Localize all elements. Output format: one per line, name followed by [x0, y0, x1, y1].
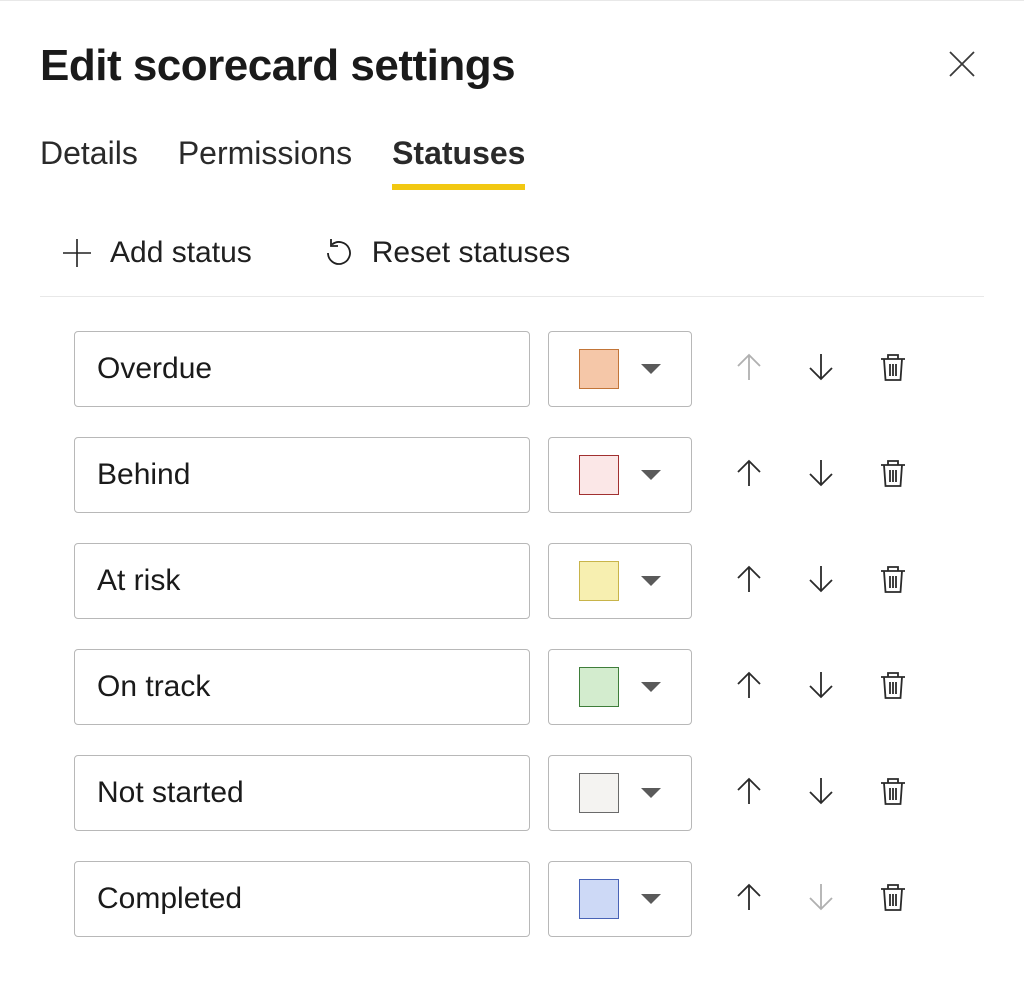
chevron-down-icon	[641, 470, 661, 480]
arrow-up-icon	[732, 774, 766, 808]
trash-icon	[876, 880, 910, 914]
status-row	[74, 331, 974, 407]
arrow-down-icon	[804, 562, 838, 596]
trash-icon	[876, 668, 910, 702]
tab-permissions[interactable]: Permissions	[178, 135, 352, 190]
color-swatch	[579, 455, 619, 495]
status-name-input[interactable]	[74, 755, 530, 831]
row-actions	[732, 562, 910, 601]
trash-icon	[876, 774, 910, 808]
move-down-button	[804, 880, 838, 919]
arrow-down-icon	[804, 774, 838, 808]
close-icon	[946, 48, 978, 80]
status-row	[74, 649, 974, 725]
tab-details[interactable]: Details	[40, 135, 138, 190]
arrow-down-icon	[804, 350, 838, 384]
arrow-up-icon	[732, 668, 766, 702]
status-row	[74, 437, 974, 513]
color-swatch	[579, 773, 619, 813]
color-swatch	[579, 349, 619, 389]
arrow-up-icon	[732, 456, 766, 490]
reset-icon	[322, 236, 356, 270]
arrow-down-icon	[804, 668, 838, 702]
chevron-down-icon	[641, 894, 661, 904]
color-swatch	[579, 561, 619, 601]
color-picker[interactable]	[548, 543, 692, 619]
color-swatch	[579, 879, 619, 919]
move-down-button[interactable]	[804, 456, 838, 495]
status-row	[74, 755, 974, 831]
close-button[interactable]	[940, 42, 984, 91]
delete-button[interactable]	[876, 668, 910, 707]
delete-button[interactable]	[876, 350, 910, 389]
move-down-button[interactable]	[804, 350, 838, 389]
chevron-down-icon	[641, 364, 661, 374]
status-name-input[interactable]	[74, 437, 530, 513]
status-list	[40, 331, 984, 937]
color-picker[interactable]	[548, 861, 692, 937]
row-actions	[732, 668, 910, 707]
move-up-button	[732, 350, 766, 389]
color-swatch	[579, 667, 619, 707]
row-actions	[732, 774, 910, 813]
chevron-down-icon	[641, 682, 661, 692]
status-name-input[interactable]	[74, 861, 530, 937]
status-name-input[interactable]	[74, 331, 530, 407]
status-row	[74, 861, 974, 937]
reset-statuses-label: Reset statuses	[372, 236, 570, 270]
row-actions	[732, 350, 910, 389]
arrow-up-icon	[732, 350, 766, 384]
move-up-button[interactable]	[732, 880, 766, 919]
move-up-button[interactable]	[732, 562, 766, 601]
plus-icon	[60, 236, 94, 270]
toolbar: Add status Reset statuses	[40, 236, 984, 297]
color-picker[interactable]	[548, 649, 692, 725]
move-down-button[interactable]	[804, 562, 838, 601]
arrow-down-icon	[804, 456, 838, 490]
row-actions	[732, 880, 910, 919]
move-up-button[interactable]	[732, 774, 766, 813]
tab-statuses[interactable]: Statuses	[392, 135, 525, 190]
color-picker[interactable]	[548, 437, 692, 513]
trash-icon	[876, 350, 910, 384]
move-up-button[interactable]	[732, 668, 766, 707]
arrow-up-icon	[732, 880, 766, 914]
add-status-button[interactable]: Add status	[60, 236, 252, 270]
chevron-down-icon	[641, 788, 661, 798]
trash-icon	[876, 562, 910, 596]
arrow-down-icon	[804, 880, 838, 914]
delete-button[interactable]	[876, 774, 910, 813]
page-title: Edit scorecard settings	[40, 41, 515, 91]
reset-statuses-button[interactable]: Reset statuses	[322, 236, 570, 270]
move-up-button[interactable]	[732, 456, 766, 495]
color-picker[interactable]	[548, 755, 692, 831]
settings-panel: Edit scorecard settings Details Permissi…	[0, 0, 1024, 937]
row-actions	[732, 456, 910, 495]
delete-button[interactable]	[876, 562, 910, 601]
status-name-input[interactable]	[74, 649, 530, 725]
color-picker[interactable]	[548, 331, 692, 407]
trash-icon	[876, 456, 910, 490]
delete-button[interactable]	[876, 880, 910, 919]
status-row	[74, 543, 974, 619]
status-name-input[interactable]	[74, 543, 530, 619]
delete-button[interactable]	[876, 456, 910, 495]
move-down-button[interactable]	[804, 668, 838, 707]
add-status-label: Add status	[110, 236, 252, 270]
chevron-down-icon	[641, 576, 661, 586]
header: Edit scorecard settings	[40, 41, 984, 91]
move-down-button[interactable]	[804, 774, 838, 813]
tabs: Details Permissions Statuses	[40, 135, 984, 190]
arrow-up-icon	[732, 562, 766, 596]
